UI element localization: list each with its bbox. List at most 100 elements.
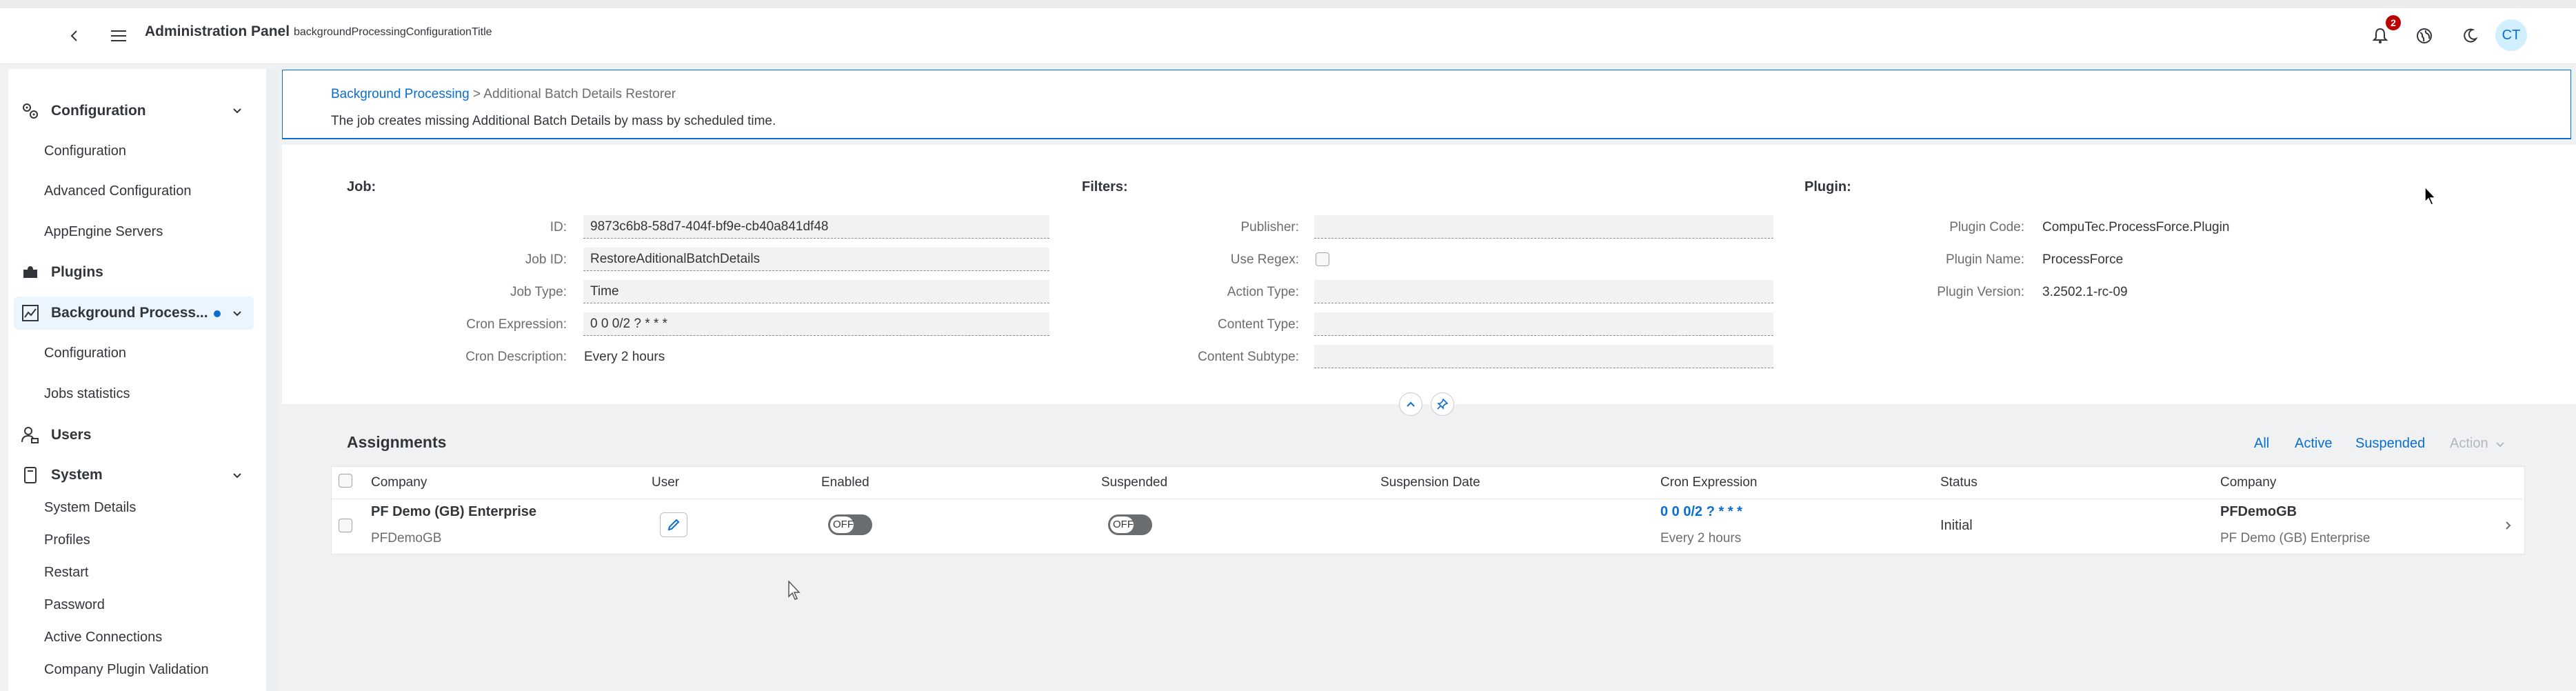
- enabled-switch[interactable]: OFF: [828, 514, 872, 535]
- page-description: The job creates missing Additional Batch…: [331, 114, 776, 128]
- sidebar-resizer[interactable]: [266, 69, 279, 691]
- publisher-label: Publisher:: [1240, 220, 1300, 234]
- plugin-version-value: 3.2502.1-rc-09: [2042, 285, 2128, 299]
- breadcrumb: Background Processing > Additional Batch…: [331, 87, 676, 102]
- plugin-code-label: Plugin Code:: [1949, 220, 2024, 234]
- col-status[interactable]: Status: [1940, 475, 1978, 490]
- job-section-title: Job:: [347, 179, 376, 194]
- nav-group-plugins[interactable]: Plugins: [19, 259, 103, 286]
- nav-item-jobs-statistics[interactable]: Jobs statistics: [44, 386, 130, 402]
- moon-icon[interactable]: [2459, 25, 2481, 47]
- nav-group-label: Configuration: [51, 103, 146, 119]
- nav-item-active-connections[interactable]: Active Connections: [44, 630, 162, 645]
- col-enabled[interactable]: Enabled: [821, 475, 869, 490]
- row-cron-expression-link[interactable]: 0 0 0/2 ? * * *: [1660, 504, 1742, 520]
- content-type-label: Content Type:: [1218, 317, 1299, 332]
- assignments-title: Assignments: [347, 433, 447, 451]
- job-type-field[interactable]: Time: [583, 280, 1049, 303]
- filter-suspended-button[interactable]: Suspended: [2355, 436, 2425, 452]
- enabled-switch-label: OFF: [833, 519, 854, 530]
- nav-group-configuration[interactable]: Configuration: [19, 97, 146, 125]
- nav-group-label: Background Process...: [51, 305, 208, 321]
- action-menu-button[interactable]: Action: [2450, 436, 2504, 452]
- nav-item-system-details[interactable]: System Details: [44, 500, 136, 516]
- breadcrumb-separator: >: [472, 87, 481, 101]
- breadcrumb-current: Additional Batch Details Restorer: [483, 87, 676, 101]
- nav-item-configuration[interactable]: Configuration: [44, 143, 126, 159]
- pin-header-button[interactable]: [1431, 392, 1454, 416]
- job-type-label: Job Type:: [510, 285, 567, 299]
- action-type-field[interactable]: [1314, 280, 1773, 303]
- nav-group-label: Users: [51, 427, 92, 443]
- col-company-db[interactable]: Company: [2220, 475, 2276, 490]
- app-subtitle: backgroundProcessingConfigurationTitle: [294, 26, 492, 38]
- edit-user-button[interactable]: [660, 512, 687, 537]
- nav-item-restart[interactable]: Restart: [44, 565, 88, 581]
- breadcrumb-link[interactable]: Background Processing: [331, 87, 470, 101]
- col-cron-expression[interactable]: Cron Expression: [1660, 475, 1757, 490]
- job-id-label: Job ID:: [525, 252, 567, 267]
- filter-all-button[interactable]: All: [2254, 436, 2269, 452]
- bell-icon: [2373, 28, 2388, 43]
- suspended-switch-label: OFF: [1113, 519, 1134, 530]
- user-avatar[interactable]: CT: [2495, 19, 2527, 51]
- pin-icon: [1437, 399, 1448, 410]
- suspended-switch[interactable]: OFF: [1108, 514, 1152, 535]
- mouse-cursor-icon: [2424, 186, 2438, 210]
- nav-group-label: System: [51, 467, 103, 483]
- notification-badge: 2: [2386, 15, 2401, 30]
- content-type-field[interactable]: [1314, 312, 1773, 336]
- content-subtype-field[interactable]: [1314, 345, 1773, 368]
- nav-item-bp-configuration[interactable]: Configuration: [44, 346, 126, 361]
- row-company-db: PFDemoGB: [371, 531, 442, 545]
- chevron-down-icon[interactable]: [229, 103, 245, 119]
- row-checkbox[interactable]: [339, 519, 352, 532]
- menu-icon[interactable]: [108, 25, 130, 47]
- gears-icon: [19, 100, 41, 122]
- filter-active-button[interactable]: Active: [2295, 436, 2332, 452]
- select-all-checkbox[interactable]: [339, 474, 352, 488]
- row-cron-description: Every 2 hours: [1660, 531, 1742, 545]
- plugin-section-title: Plugin:: [1804, 179, 1851, 194]
- nav-item-profiles[interactable]: Profiles: [44, 532, 90, 548]
- nav-group-system[interactable]: System: [19, 461, 103, 489]
- cron-description-value: Every 2 hours: [584, 350, 665, 364]
- nav-group-background-processing[interactable]: Background Process...: [19, 299, 208, 327]
- nav-item-advanced-configuration[interactable]: Advanced Configuration: [44, 183, 191, 199]
- row-company2-name: PF Demo (GB) Enterprise: [2220, 531, 2371, 545]
- plugin-name-value: ProcessForce: [2042, 252, 2124, 267]
- id-label: ID:: [550, 220, 567, 234]
- nav-item-appengine-servers[interactable]: AppEngine Servers: [44, 224, 163, 240]
- chevron-down-icon[interactable]: [229, 306, 245, 322]
- app-title: Administration Panel: [145, 23, 290, 39]
- nav-item-password[interactable]: Password: [44, 597, 105, 613]
- cron-expression-label: Cron Expression:: [466, 317, 567, 332]
- col-suspension-date[interactable]: Suspension Date: [1380, 475, 1480, 490]
- chevron-down-icon: [2496, 442, 2504, 448]
- process-chart-icon: [19, 302, 41, 324]
- col-suspended[interactable]: Suspended: [1101, 475, 1167, 490]
- pencil-icon: [667, 519, 680, 531]
- use-regex-checkbox[interactable]: [1316, 252, 1329, 266]
- plugin-code-value: CompuTec.ProcessForce.Plugin: [2042, 220, 2230, 234]
- user-settings-icon: [19, 424, 41, 446]
- back-icon[interactable]: [63, 25, 85, 47]
- action-type-label: Action Type:: [1227, 285, 1299, 299]
- selection-dot: [214, 310, 221, 317]
- chevron-down-icon[interactable]: [229, 468, 245, 484]
- row-status: Initial: [1940, 518, 1973, 533]
- col-company[interactable]: Company: [371, 475, 427, 490]
- device-icon: [19, 464, 41, 486]
- row-navigation-icon[interactable]: [2502, 519, 2515, 532]
- col-user[interactable]: User: [652, 475, 679, 490]
- id-field[interactable]: 9873c6b8-58d7-404f-bf9e-cb40a841df48: [583, 215, 1049, 239]
- globe-icon[interactable]: [2413, 25, 2435, 47]
- use-regex-label: Use Regex:: [1230, 252, 1299, 267]
- publisher-field[interactable]: [1314, 215, 1773, 239]
- row-company-name: PF Demo (GB) Enterprise: [371, 504, 537, 519]
- nav-group-users[interactable]: Users: [19, 421, 91, 449]
- cron-expression-field[interactable]: 0 0 0/2 ? * * *: [583, 312, 1049, 336]
- job-id-field[interactable]: RestoreAditionalBatchDetails: [583, 248, 1049, 271]
- collapse-header-button[interactable]: [1399, 392, 1422, 416]
- nav-item-company-plugin-validation[interactable]: Company Plugin Validation: [44, 662, 209, 678]
